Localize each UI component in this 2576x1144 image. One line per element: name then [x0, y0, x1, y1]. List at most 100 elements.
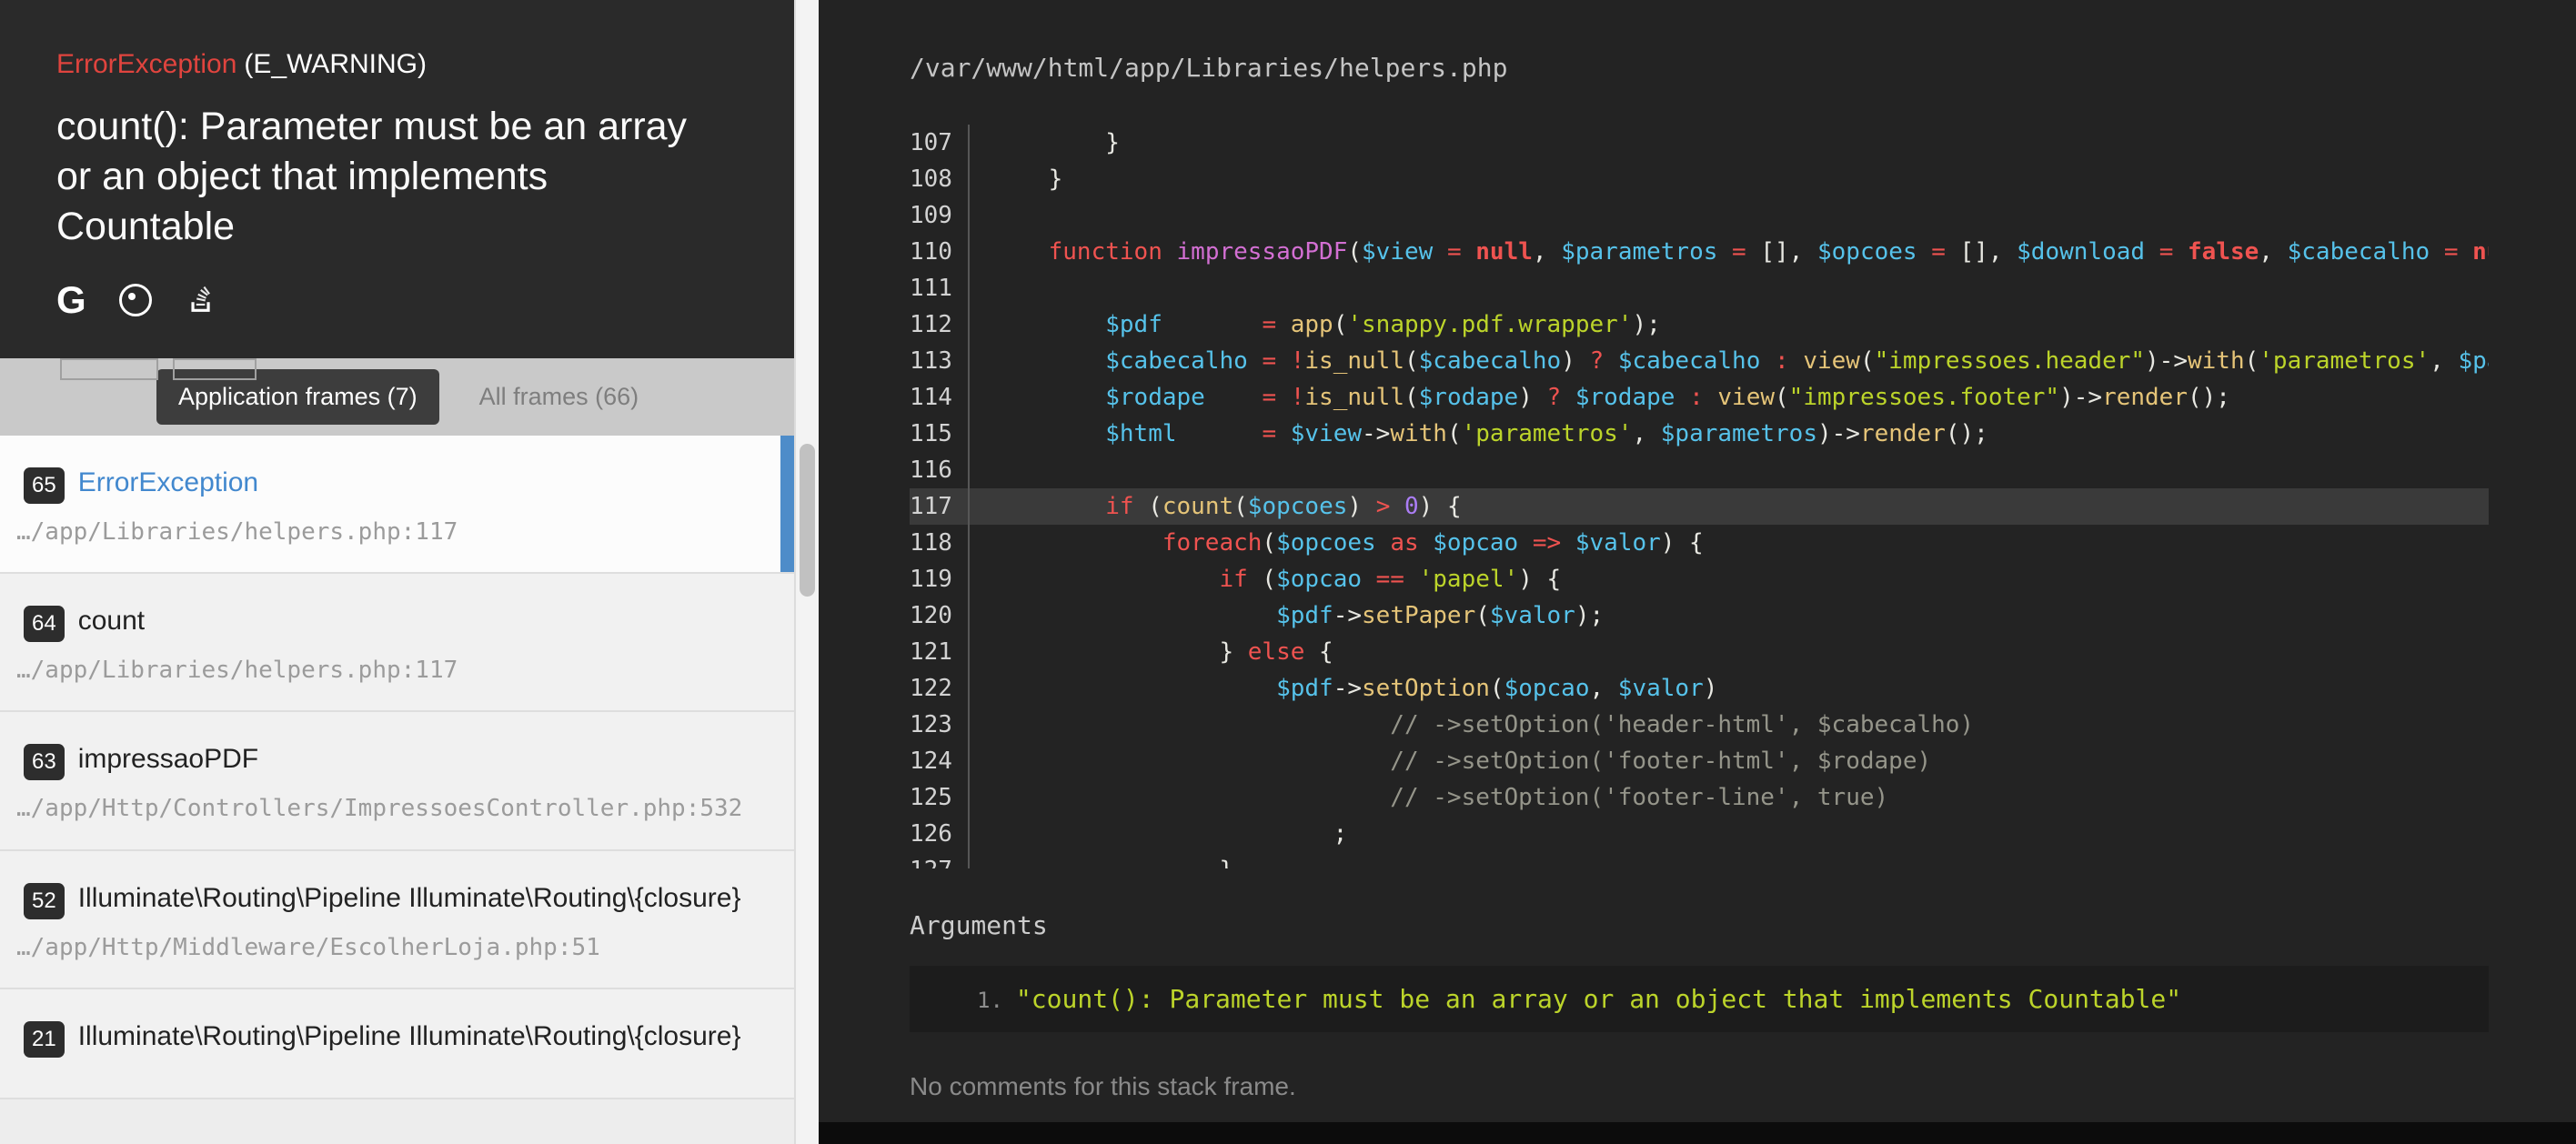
code-line: 124 // ->setOption('footer-html', $rodap… — [910, 743, 2489, 779]
line-number: 127 — [910, 852, 970, 868]
line-number: 107 — [910, 125, 970, 161]
code-line: 122 $pdf->setOption($opcao, $valor) — [910, 670, 2489, 707]
clipped-button-outline — [60, 358, 158, 380]
google-search-icon[interactable]: G — [56, 281, 86, 319]
line-number: 117 — [910, 488, 970, 525]
line-content: $pdf->setOption($opcao, $valor) — [970, 670, 1717, 707]
code-line: 114 $rodape = !is_null($rodape) ? $rodap… — [910, 379, 2489, 416]
frame-header: 64count — [16, 603, 758, 642]
frame-name: Illuminate\Routing\Pipeline Illuminate\R… — [78, 1019, 741, 1056]
exception-message: count(): Parameter must be an array or a… — [56, 102, 730, 252]
whoops-error-page: ErrorException(E_WARNING) count(): Param… — [0, 0, 2576, 1144]
frame-path: …/app/Http/Controllers/ImpressoesControl… — [16, 795, 758, 823]
line-content — [970, 452, 991, 488]
frame-header: 52 Illuminate\Routing\Pipeline Illuminate… — [16, 880, 758, 919]
frame-index-badge: 63 — [24, 744, 65, 780]
frame-index-badge: 52 — [24, 883, 65, 919]
frame-item[interactable]: 52 Illuminate\Routing\Pipeline Illuminate… — [0, 851, 794, 989]
frame-name: impressaoPDF — [78, 741, 258, 778]
line-number: 125 — [910, 779, 970, 816]
code-line: 126 ; — [910, 816, 2489, 852]
frame-header: 65 ErrorException — [16, 465, 758, 504]
line-content: $html = $view->with('parametros', $param… — [970, 416, 1988, 452]
line-content: // ->setOption('footer-line', true) — [970, 779, 1888, 816]
frame-header: 63 impressaoPDF — [16, 741, 758, 780]
code-viewer: 107 }108 }109110 function impressaoPDF($… — [910, 125, 2489, 868]
no-comments-text: No comments for this stack frame. — [910, 1072, 2489, 1101]
left-scrollbar-thumb[interactable] — [800, 444, 815, 597]
argument-value: "count(): Parameter must be an array or … — [1016, 984, 2181, 1014]
line-number: 121 — [910, 634, 970, 670]
line-content: } — [970, 125, 1120, 161]
line-number: 123 — [910, 707, 970, 743]
code-line: 119 if ($opcao == 'papel') { — [910, 561, 2489, 597]
line-number: 114 — [910, 379, 970, 416]
arguments-section: Arguments 1. "count(): Parameter must be … — [910, 910, 2489, 1032]
code-line: 116 — [910, 452, 2489, 488]
code-line: 115 $html = $view->with('parametros', $p… — [910, 416, 2489, 452]
code-line: 112 $pdf = app('snappy.pdf.wrapper'); — [910, 306, 2489, 343]
line-content: $pdf->setPaper($valor); — [970, 597, 1604, 634]
line-content: ; — [970, 816, 1347, 852]
line-content: } — [970, 852, 1233, 868]
line-number: 122 — [910, 670, 970, 707]
line-content: // ->setOption('footer-html', $rodape) — [970, 743, 1931, 779]
frame-item[interactable]: 21Illuminate\Routing\Pipeline Illuminate… — [0, 989, 794, 1099]
arguments-title: Arguments — [910, 910, 2489, 940]
exception-class-row: ErrorException(E_WARNING) — [56, 49, 738, 80]
line-number: 111 — [910, 270, 970, 306]
code-line: 125 // ->setOption('footer-line', true) — [910, 779, 2489, 816]
code-line: 118 foreach($opcoes as $opcao => $valor)… — [910, 525, 2489, 561]
frame-item[interactable]: 63 impressaoPDF …/app/Http/Controllers/Imp… — [0, 712, 794, 850]
code-line: 109 — [910, 197, 2489, 234]
file-path: /var/www/html/app/Libraries/helpers.php — [910, 53, 2489, 83]
duckduckgo-search-icon[interactable] — [119, 284, 152, 316]
code-line: 113 $cabecalho = !is_null($cabecalho) ? … — [910, 343, 2489, 379]
left-scrollbar[interactable] — [794, 0, 819, 1144]
line-number: 124 — [910, 743, 970, 779]
exception-severity: (E_WARNING) — [244, 49, 427, 79]
line-content: $pdf = app('snappy.pdf.wrapper'); — [970, 306, 1661, 343]
clipped-button-outline — [173, 358, 257, 380]
frames-tabbar: Application frames (7) All frames (66) — [0, 358, 794, 436]
line-content: function impressaoPDF($view = null, $par… — [970, 234, 2489, 270]
tab-all-frames[interactable]: All frames (66) — [479, 383, 639, 411]
code-line: 120 $pdf->setPaper($valor); — [910, 597, 2489, 634]
duckduckgo-eye-dot — [128, 293, 136, 300]
arguments-box: 1. "count(): Parameter must be an array o… — [910, 966, 2489, 1032]
line-number: 120 — [910, 597, 970, 634]
line-content: if (count($opcoes) > 0) { — [970, 488, 1462, 525]
argument-item: 1. "count(): Parameter must be an array o… — [937, 984, 2461, 1014]
line-content: // ->setOption('header-html', $cabecalho… — [970, 707, 1974, 743]
frame-item[interactable]: 64count…/app/Libraries/helpers.php:117 — [0, 574, 794, 712]
line-content — [970, 197, 991, 234]
frame-index-badge: 65 — [24, 467, 65, 504]
line-content: $rodape = !is_null($rodape) ? $rodape : … — [970, 379, 2230, 416]
code-line: 107 } — [910, 125, 2489, 161]
bottom-section-edge — [819, 1122, 2576, 1144]
frame-name: ErrorException — [78, 465, 258, 502]
stackoverflow-search-icon[interactable] — [185, 283, 216, 318]
line-content — [970, 270, 991, 306]
code-panel: /var/www/html/app/Libraries/helpers.php … — [819, 0, 2576, 1144]
line-number: 115 — [910, 416, 970, 452]
line-content: } — [970, 161, 1062, 197]
frame-name: count — [78, 603, 145, 640]
line-number: 113 — [910, 343, 970, 379]
line-number: 119 — [910, 561, 970, 597]
search-links: G — [56, 281, 738, 319]
code-line: 117 if (count($opcoes) > 0) { — [910, 488, 2489, 525]
frame-name: Illuminate\Routing\Pipeline Illuminate\R… — [78, 880, 741, 918]
exception-header: ErrorException(E_WARNING) count(): Param… — [0, 0, 794, 358]
line-number: 126 — [910, 816, 970, 852]
line-number: 108 — [910, 161, 970, 197]
line-number: 109 — [910, 197, 970, 234]
code-line: 111 — [910, 270, 2489, 306]
frame-path: …/app/Libraries/helpers.php:117 — [16, 518, 758, 547]
line-content: foreach($opcoes as $opcao => $valor) { — [970, 525, 1704, 561]
line-content: if ($opcao == 'papel') { — [970, 561, 1561, 597]
line-content: } else { — [970, 634, 1333, 670]
frame-item[interactable]: 65 ErrorException …/app/Libraries/helpers.… — [0, 436, 794, 574]
line-number: 112 — [910, 306, 970, 343]
argument-index: 1. — [977, 988, 1003, 1013]
